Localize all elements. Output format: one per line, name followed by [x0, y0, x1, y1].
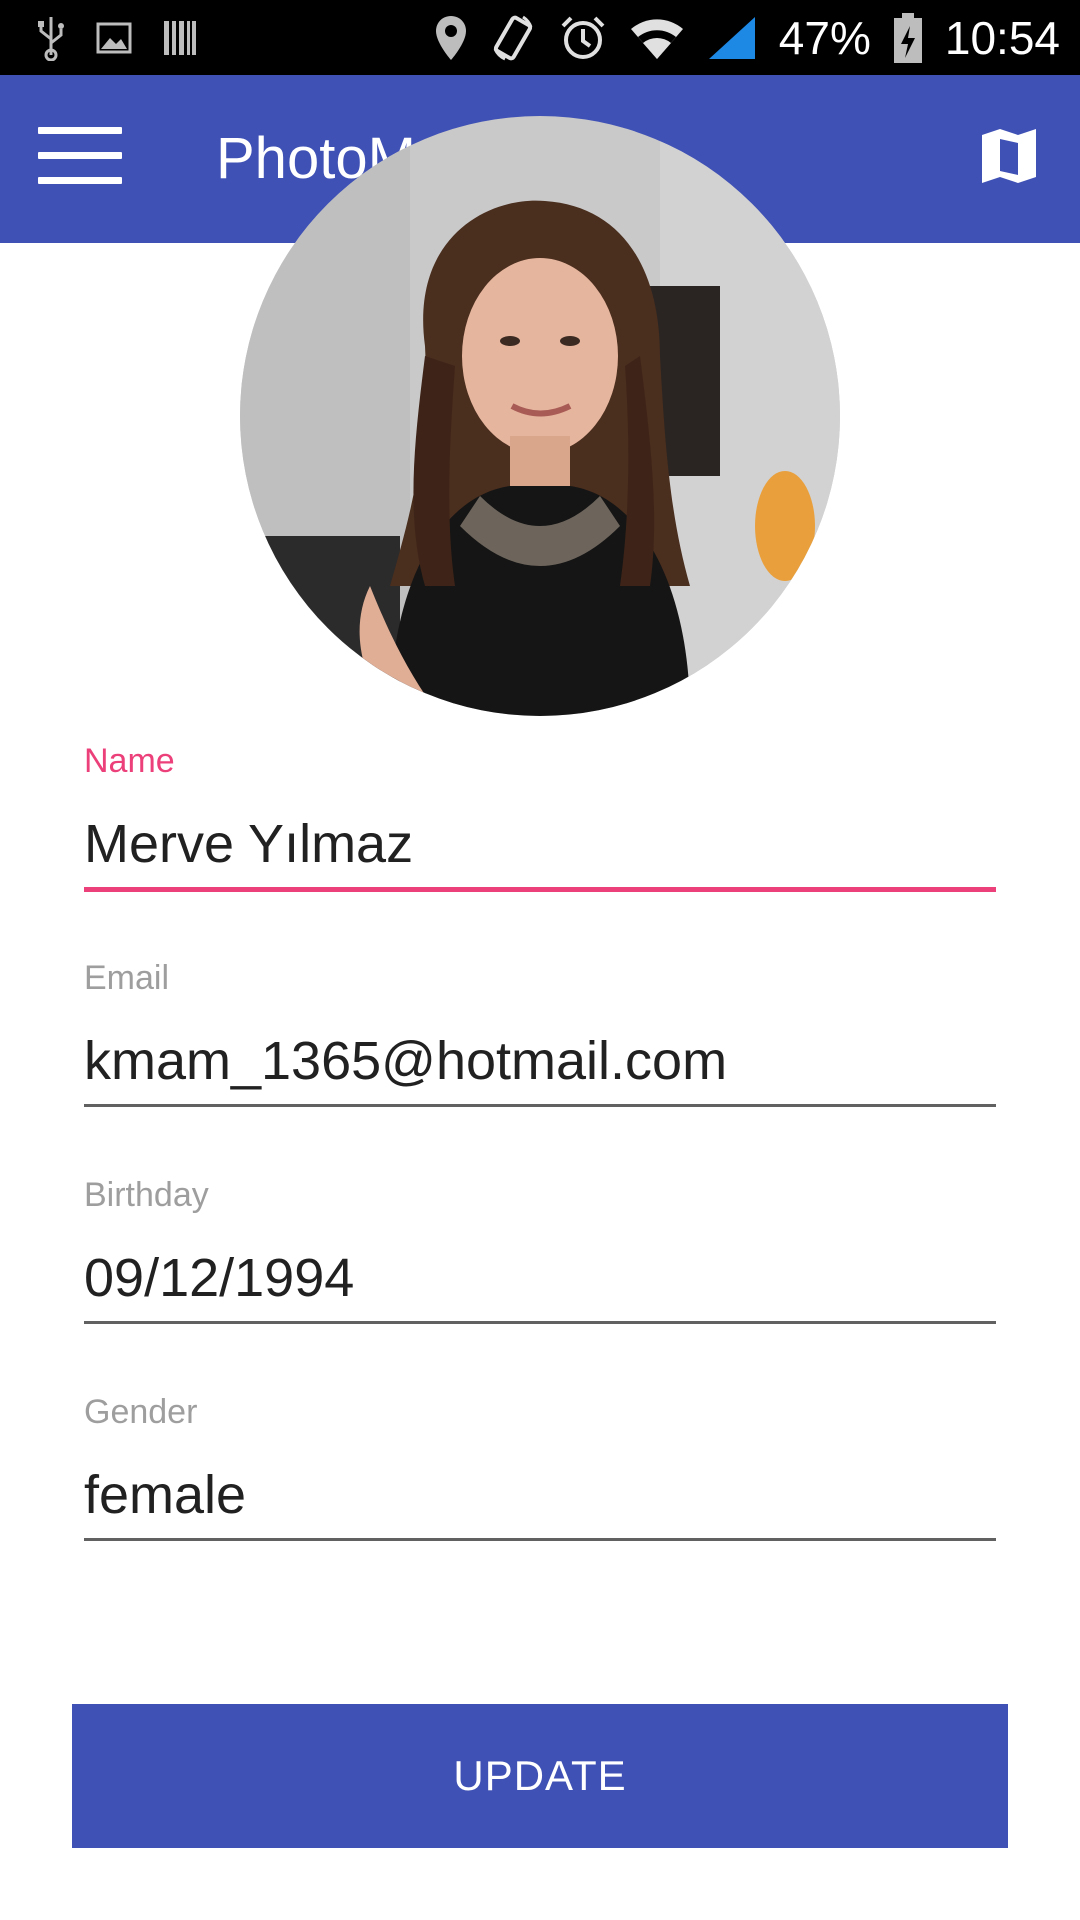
usb-icon [36, 15, 66, 61]
email-label: Email [84, 959, 170, 997]
birthday-input[interactable]: 09/12/1994 [84, 1247, 996, 1324]
birthday-label: Birthday [84, 1176, 209, 1214]
gender-input[interactable]: female [84, 1464, 996, 1541]
hamburger-menu-icon[interactable] [38, 127, 128, 191]
status-bar: 47% 10:54 [0, 0, 1080, 75]
update-button[interactable]: UPDATE [72, 1704, 1008, 1848]
profile-photo[interactable] [240, 116, 840, 716]
name-input[interactable]: Merve Yılmaz [84, 813, 996, 892]
notification-icons [36, 12, 198, 64]
cellular-signal-icon [707, 15, 757, 61]
profile-screen: 47% 10:54 PhotoMap Name Merve Yılmaz Ema… [0, 0, 1080, 1920]
image-notification-icon [96, 22, 132, 54]
location-pin-icon [433, 14, 469, 62]
screen-rotation-icon [491, 13, 537, 63]
name-label: Name [84, 742, 175, 780]
alarm-icon [559, 14, 607, 62]
system-status-icons: 47% 10:54 [433, 0, 1060, 75]
map-icon[interactable] [980, 127, 1040, 187]
clock: 10:54 [944, 11, 1060, 64]
wifi-icon [629, 15, 685, 61]
gender-label: Gender [84, 1393, 198, 1431]
gender-field: Gender female [84, 1393, 996, 1541]
barcode-icon [162, 19, 198, 57]
email-input[interactable]: kmam_1365@hotmail.com [84, 1030, 996, 1107]
email-field: Email kmam_1365@hotmail.com [84, 959, 996, 1107]
name-field: Name Merve Yılmaz [84, 742, 996, 892]
battery-percent: 47% [778, 11, 871, 64]
battery-charging-icon [893, 12, 923, 64]
birthday-field: Birthday 09/12/1994 [84, 1176, 996, 1324]
